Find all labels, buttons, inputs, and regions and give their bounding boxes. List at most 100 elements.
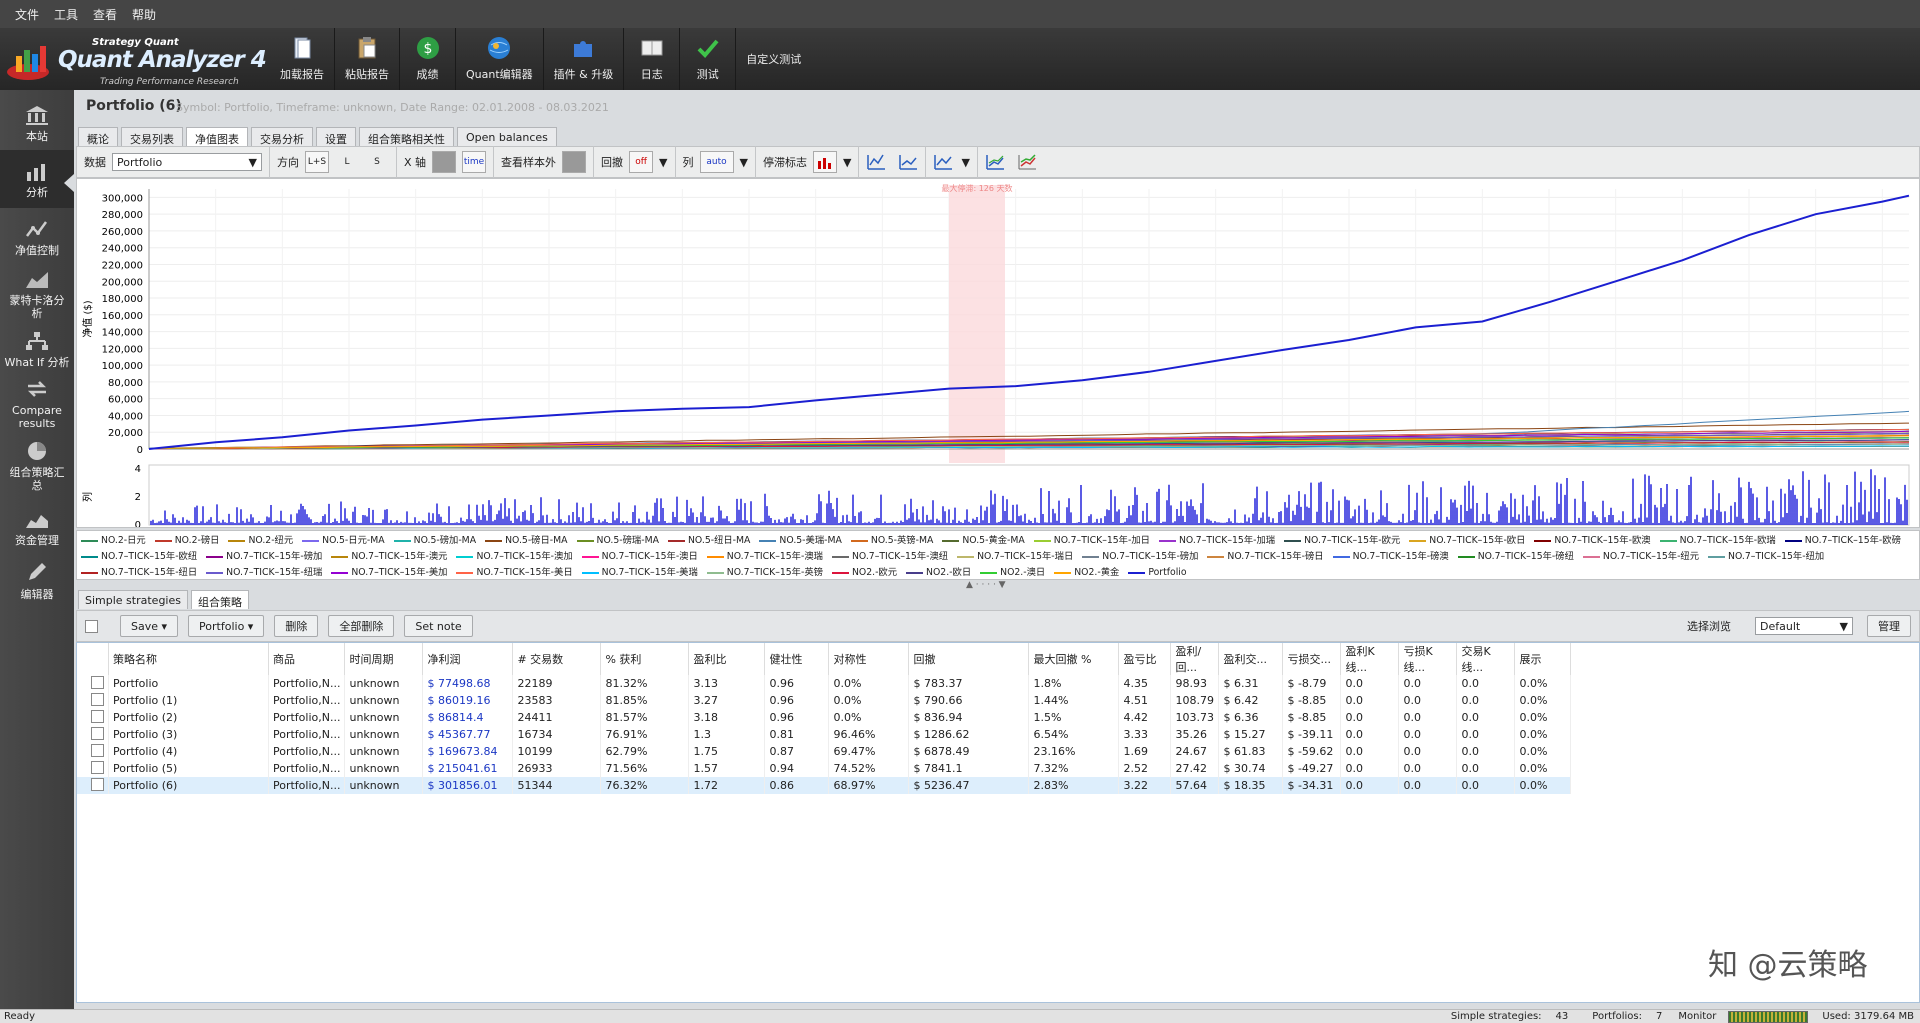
- line-chart-icon[interactable]: [866, 153, 886, 171]
- set-note-button[interactable]: Set note: [404, 615, 473, 637]
- legend-item[interactable]: NO.5-黄金-MA: [942, 533, 1025, 549]
- paste-report-button[interactable]: 粘贴报告: [335, 28, 400, 90]
- table-header-cell[interactable]: 盈利/回...: [1170, 643, 1220, 675]
- legend-item[interactable]: NO.7–TICK–15年-磅纽: [1457, 549, 1574, 565]
- legend-item[interactable]: NO2.-欧元: [831, 565, 897, 581]
- sidebar-item-what-if[interactable]: What If 分析: [0, 330, 74, 369]
- menu-view[interactable]: 查看: [93, 6, 117, 23]
- delete-all-button[interactable]: 全部删除: [328, 615, 395, 637]
- tab-open-balances[interactable]: Open balances: [457, 127, 557, 146]
- table-header-cell[interactable]: 展示: [1514, 643, 1572, 675]
- chevron-down-icon[interactable]: ▼: [961, 156, 969, 169]
- save-button[interactable]: Save ▾: [120, 615, 179, 637]
- legend-item[interactable]: NO.7–TICK–15年-纽日: [81, 565, 197, 581]
- table-header-cell[interactable]: 对称性: [828, 643, 910, 675]
- row-checkbox-cell[interactable]: [77, 675, 109, 692]
- legend-item[interactable]: NO.7–TICK–15年-美日: [456, 565, 573, 581]
- row-checkbox-cell[interactable]: [77, 760, 109, 777]
- sidebar-item-editor[interactable]: 编辑器: [0, 562, 74, 601]
- table-header-cell[interactable]: 商品: [268, 643, 346, 675]
- multi-lines-icon[interactable]: [1017, 153, 1037, 171]
- table-row[interactable]: Portfolio (2) Portfolio,N... unknown $ 8681…: [77, 709, 1572, 726]
- legend-item[interactable]: NO.5-美瑞-MA: [759, 533, 842, 549]
- row-checkbox[interactable]: [91, 761, 104, 774]
- stagnation-toggle[interactable]: [812, 151, 837, 173]
- portfolio-button[interactable]: Portfolio ▾: [188, 615, 265, 637]
- table-header-cell[interactable]: 回撤: [908, 643, 1030, 675]
- select-all-checkbox[interactable]: [85, 619, 98, 633]
- quant-editor-button[interactable]: Quant编辑器: [456, 28, 544, 90]
- direction-l-toggle[interactable]: L: [335, 151, 359, 173]
- legend-item[interactable]: NO.7–TICK–15年-纽元: [1582, 549, 1699, 565]
- menu-help[interactable]: 帮助: [132, 6, 156, 23]
- column-auto-toggle[interactable]: auto: [699, 151, 734, 173]
- table-header-cell[interactable]: 盈亏比: [1118, 643, 1172, 675]
- data-select[interactable]: Portfolio ▼: [112, 153, 262, 171]
- line-chart-alt-icon[interactable]: [898, 153, 918, 171]
- legend-item[interactable]: NO.5-磅日-MA: [485, 533, 568, 549]
- legend-item[interactable]: NO.7–TICK–15年-英镑: [706, 565, 823, 581]
- table-row[interactable]: Portfolio (4) Portfolio,N... unknown $ 1696…: [77, 743, 1572, 760]
- direction-ls-toggle[interactable]: L+S: [305, 151, 329, 173]
- equity-chart[interactable]: 0 20,000 40,000 60,000 80,000 100,000 120,000 1…: [76, 178, 1920, 541]
- chevron-down-icon[interactable]: ▼: [843, 156, 851, 169]
- table-row[interactable]: Portfolio (3) Portfolio,N... unknown $ 4536…: [77, 726, 1572, 743]
- legend-item[interactable]: Portfolio: [1128, 565, 1187, 581]
- legend-item[interactable]: NO2.-欧日: [906, 565, 971, 581]
- tab-correlation[interactable]: 组合策略相关性: [359, 127, 454, 146]
- legend-item[interactable]: NO.7–TICK–15年-磅加: [206, 549, 322, 565]
- legend-item[interactable]: NO.7–TICK–15年-磅澳: [1332, 549, 1449, 565]
- table-header-cell[interactable]: 最大回撤 %: [1028, 643, 1120, 675]
- sidebar-item-home[interactable]: 本站: [0, 104, 74, 143]
- tab-settings[interactable]: 设置: [316, 127, 356, 146]
- sidebar-item-equity-control[interactable]: 净值控制: [0, 218, 74, 257]
- legend-item[interactable]: NO.7–TICK–15年-欧元: [1284, 533, 1400, 549]
- table-header-cell[interactable]: 亏损交...: [1282, 643, 1342, 675]
- legend-item[interactable]: NO.7–TICK–15年-美加: [331, 565, 447, 581]
- tab-trade-analysis[interactable]: 交易分析: [251, 127, 313, 146]
- legend-item[interactable]: NO2.-澳日: [980, 565, 1045, 581]
- legend-item[interactable]: NO.5-英镑-MA: [850, 533, 933, 549]
- test-button[interactable]: 测试: [680, 28, 737, 90]
- row-checkbox[interactable]: [91, 693, 104, 706]
- legend-item[interactable]: NO.7–TICK–15年-澳瑞: [706, 549, 823, 565]
- table-header-cell[interactable]: 策略名称: [108, 643, 269, 675]
- legend-item[interactable]: NO.7–TICK–15年-加瑞: [1158, 533, 1275, 549]
- table-header-cell[interactable]: 盈利交...: [1218, 643, 1284, 675]
- row-checkbox-cell[interactable]: [77, 777, 109, 794]
- tab-simple-strategies[interactable]: Simple strategies: [78, 590, 188, 609]
- table-header-cell[interactable]: 净利润: [422, 643, 514, 675]
- row-checkbox-cell[interactable]: [77, 709, 109, 726]
- legend-item[interactable]: NO.7–TICK–15年-澳纽: [831, 549, 948, 565]
- xaxis-time-toggle[interactable]: time: [462, 151, 487, 173]
- legend-item[interactable]: NO.2-磅日: [154, 533, 219, 549]
- legend-item[interactable]: NO.7–TICK–15年-欧澳: [1534, 533, 1651, 549]
- legend-item[interactable]: NO.2-纽元: [228, 533, 293, 549]
- tab-portfolio-strategies[interactable]: 组合策略: [190, 590, 249, 609]
- legend-item[interactable]: NO.7–TICK–15年-瑞日: [957, 549, 1073, 565]
- chevron-down-icon[interactable]: ▼: [659, 156, 667, 169]
- legend-item[interactable]: NO.7–TICK–15年-磅日: [1207, 549, 1324, 565]
- tab-overview[interactable]: 概论: [78, 127, 118, 146]
- table-header-cell[interactable]: % 获利: [600, 643, 690, 675]
- legend-item[interactable]: NO.5-磅瑞-MA: [576, 533, 659, 549]
- row-checkbox[interactable]: [91, 710, 104, 723]
- compare-lines-icon[interactable]: [985, 153, 1005, 171]
- legend-item[interactable]: NO.5-纽日-MA: [667, 533, 750, 549]
- table-row[interactable]: Portfolio (6) Portfolio,N... unknown $ 3018…: [77, 777, 1572, 794]
- xaxis-trades-toggle[interactable]: [432, 151, 457, 173]
- legend-item[interactable]: NO.7–TICK–15年-纽加: [1708, 549, 1824, 565]
- row-checkbox[interactable]: [91, 727, 104, 740]
- sidebar-item-money-management[interactable]: 资金管理: [0, 508, 74, 547]
- splitter-handle[interactable]: ▲ · · · · ▼: [966, 580, 1006, 590]
- table-row[interactable]: Portfolio Portfolio,N... unknown $ 77498.68…: [77, 675, 1572, 692]
- legend-item[interactable]: NO.5-磅加-MA: [393, 533, 476, 549]
- delete-button[interactable]: 删除: [274, 615, 319, 637]
- row-checkbox-cell[interactable]: [77, 726, 109, 743]
- direction-s-toggle[interactable]: S: [365, 151, 389, 173]
- legend-item[interactable]: NO.7–TICK–15年-欧纽: [81, 549, 197, 565]
- table-header-cell[interactable]: # 交易数: [512, 643, 602, 675]
- legend-item[interactable]: NO.7–TICK–15年-纽瑞: [206, 565, 322, 581]
- table-header-cell[interactable]: 盈利K线...: [1340, 643, 1400, 675]
- legend-item[interactable]: NO.7–TICK–15年-欧瑞: [1659, 533, 1776, 549]
